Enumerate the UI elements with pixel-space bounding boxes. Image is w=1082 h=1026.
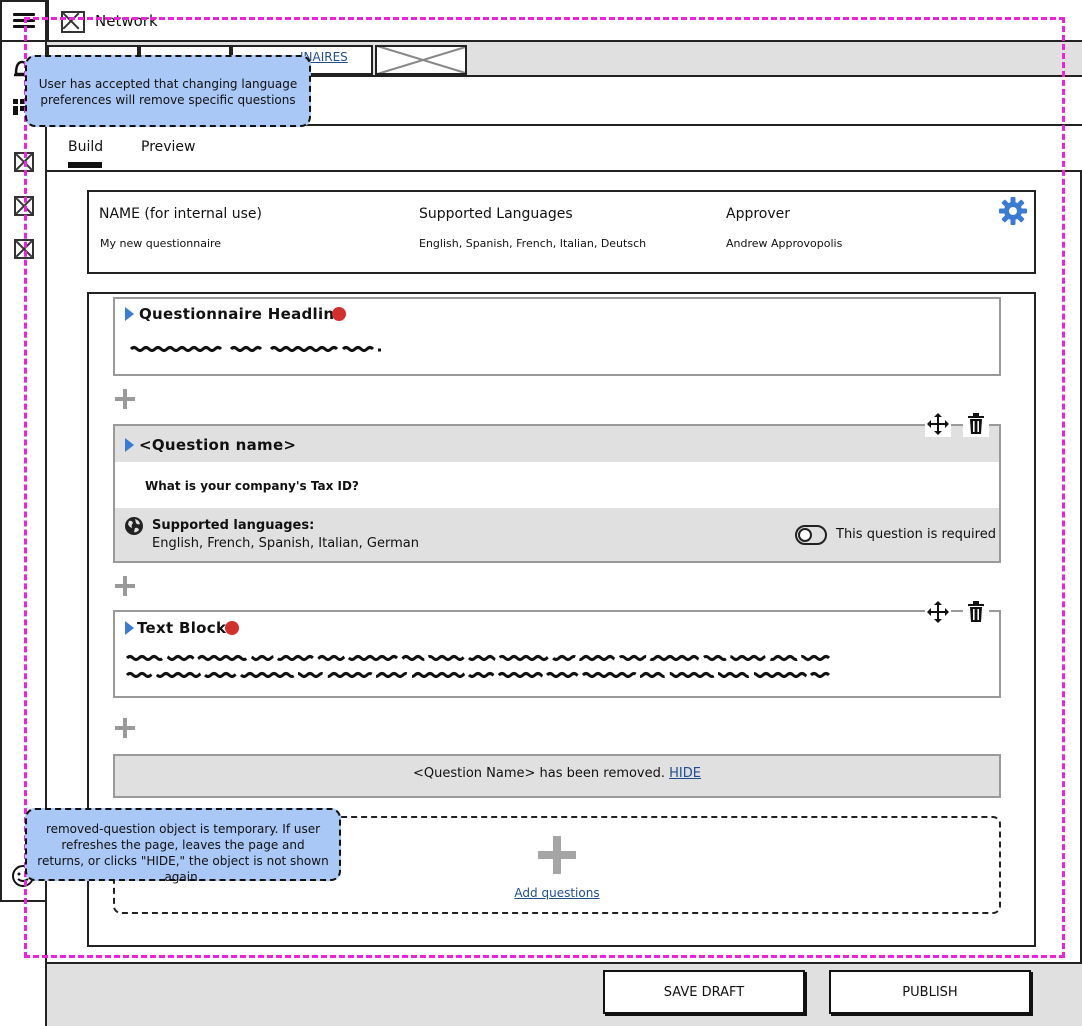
text-block-title: Text Block xyxy=(137,619,227,637)
save-draft-button[interactable]: SAVE DRAFT xyxy=(603,970,805,1014)
annotation-note-removed: removed-question object is temporary. If… xyxy=(25,808,341,884)
trash-icon[interactable] xyxy=(963,411,989,437)
add-block-button[interactable] xyxy=(115,389,135,409)
languages-label: Supported Languages xyxy=(419,206,573,222)
required-dot-icon xyxy=(225,621,239,635)
add-question-plus-icon[interactable] xyxy=(538,836,576,874)
sidebar-image-icon-2[interactable] xyxy=(14,196,34,216)
scribble-text-placeholder xyxy=(125,655,831,678)
trash-icon[interactable] xyxy=(963,599,989,625)
left-sidebar xyxy=(0,42,47,902)
hamburger-icon xyxy=(12,13,35,29)
active-tab-indicator xyxy=(68,162,102,168)
removed-question-text: <Question Name> has been removed. HIDE xyxy=(113,766,1001,781)
sidebar-image-icon-3[interactable] xyxy=(14,239,34,259)
gear-icon[interactable] xyxy=(998,196,1028,226)
app-title: Network xyxy=(95,12,158,30)
question-text: What is your company's Tax ID? xyxy=(145,479,359,493)
expand-triangle-icon[interactable] xyxy=(125,307,134,321)
annotation-note-language: User has accepted that changing language… xyxy=(25,55,311,127)
globe-icon xyxy=(125,517,143,535)
view-tabs xyxy=(47,126,1082,172)
expand-triangle-icon[interactable] xyxy=(125,438,134,452)
supported-languages-value: English, French, Spanish, Italian, Germa… xyxy=(152,536,419,551)
name-label: NAME (for internal use) xyxy=(99,206,262,222)
menu-button[interactable] xyxy=(0,0,47,42)
required-dot-icon xyxy=(332,307,346,321)
module-tab-image-icon[interactable] xyxy=(375,45,467,75)
add-block-button[interactable] xyxy=(115,718,135,738)
headline-title: Questionnaire Headline xyxy=(139,305,345,323)
add-block-button[interactable] xyxy=(115,576,135,596)
languages-value: English, Spanish, French, Italian, Deuts… xyxy=(419,237,647,250)
required-toggle[interactable] xyxy=(795,525,827,545)
required-label: This question is required xyxy=(836,527,996,542)
approver-value: Andrew Approvopolis xyxy=(726,237,843,250)
left-sidebar-footer xyxy=(0,900,47,1026)
name-value: My new questionnaire xyxy=(100,237,222,250)
sidebar-image-icon-1[interactable] xyxy=(14,152,34,172)
publish-button[interactable]: PUBLISH xyxy=(829,970,1031,1014)
hide-link[interactable]: HIDE xyxy=(669,766,701,781)
supported-languages-label: Supported languages: xyxy=(152,518,315,533)
approver-label: Approver xyxy=(726,206,791,222)
removed-message: <Question Name> has been removed. xyxy=(412,766,670,781)
move-icon[interactable] xyxy=(925,599,951,625)
expand-triangle-icon[interactable] xyxy=(125,621,134,635)
scribble-text-placeholder xyxy=(129,346,381,352)
tab-preview[interactable]: Preview xyxy=(141,139,196,155)
logo-image-icon xyxy=(61,11,85,33)
question-title: <Question name> xyxy=(139,436,297,454)
questionnaire-info-card xyxy=(87,190,1036,274)
move-icon[interactable] xyxy=(925,411,951,437)
add-questions-link[interactable]: Add questions xyxy=(514,886,599,900)
tab-build[interactable]: Build xyxy=(68,139,103,155)
top-bar xyxy=(47,0,1082,42)
